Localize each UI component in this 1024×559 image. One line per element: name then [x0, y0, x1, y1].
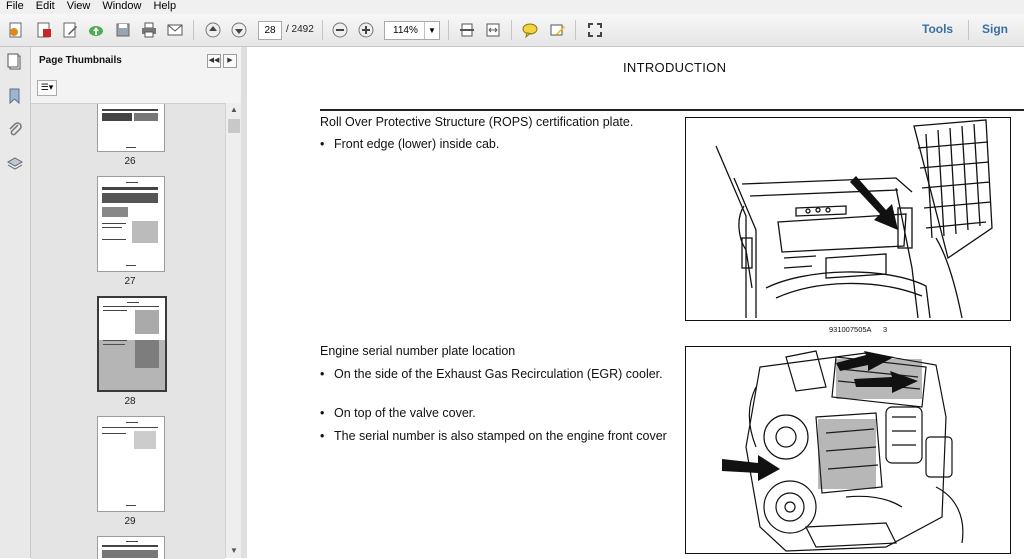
toolbar-separator [575, 20, 576, 40]
zoom-select[interactable]: 114% ▼ [384, 21, 440, 40]
figure-id: 931007505A [829, 325, 872, 334]
thumbnail-label: 27 [124, 276, 136, 287]
menu-bar: File Edit View Window Help [0, 0, 1024, 14]
print-icon[interactable] [139, 20, 159, 40]
previous-page-icon[interactable] [203, 20, 223, 40]
fullscreen-icon[interactable] [585, 20, 605, 40]
thumbnail-page[interactable] [97, 536, 165, 559]
thumbnail-page-current[interactable] [97, 296, 167, 392]
toolbar: 28 / 2492 114% ▼ Tools Sign [0, 14, 1024, 47]
toolbar-separator [968, 20, 969, 40]
scroll-up-icon[interactable]: ▲ [226, 103, 242, 117]
toolbar-separator [511, 20, 512, 40]
next-page-icon[interactable] [229, 20, 249, 40]
save-icon[interactable] [113, 20, 133, 40]
fit-page-icon[interactable] [457, 20, 477, 40]
page-number-input[interactable]: 28 [258, 21, 282, 40]
collapse-panel-icon[interactable]: ◀◀ [207, 54, 221, 68]
bullet-item: • The serial number is also stamped on th… [320, 429, 667, 443]
cloud-upload-icon[interactable] [86, 20, 106, 40]
thumbnail-label: 28 [124, 396, 136, 407]
toolbar-separator [322, 20, 323, 40]
bullet-item: • Front edge (lower) inside cab. [320, 137, 500, 151]
rops-section-title: Roll Over Protective Structure (ROPS) ce… [320, 115, 634, 129]
email-icon[interactable] [165, 20, 185, 40]
panel-title: Page Thumbnails [39, 55, 122, 66]
menu-help[interactable]: Help [147, 0, 182, 14]
menu-window[interactable]: Window [96, 0, 147, 14]
thumbnail-list: 26 27 28 29 [31, 103, 225, 559]
bookmarks-icon[interactable] [6, 87, 24, 105]
rops-cab-illustration [685, 117, 1011, 321]
thumbnail-label: 29 [124, 516, 136, 527]
chevron-down-icon[interactable]: ▼ [424, 22, 439, 39]
expand-panel-icon[interactable]: ▶ [223, 54, 237, 68]
figure-number: 3 [883, 325, 888, 334]
document-page: INTRODUCTION Roll Over Protective Struct… [247, 47, 1024, 558]
heading-rule [320, 109, 1024, 111]
zoom-value: 114% [393, 25, 418, 36]
navigation-rail [0, 47, 31, 558]
highlight-icon[interactable] [547, 20, 567, 40]
thumbnail-label: 26 [124, 156, 136, 167]
attachments-icon[interactable] [6, 121, 24, 139]
thumbnail-page[interactable] [97, 416, 165, 512]
thumbnail-scrollbar[interactable]: ▲ ▼ [225, 103, 242, 558]
export-pdf-icon[interactable] [34, 20, 54, 40]
create-pdf-icon[interactable] [6, 20, 26, 40]
thumbnail-page[interactable] [97, 104, 165, 152]
engine-illustration [685, 346, 1011, 554]
menu-edit[interactable]: Edit [30, 0, 61, 14]
page-total: / 2492 [286, 24, 314, 35]
thumbnail-page[interactable] [97, 176, 165, 272]
page-heading: INTRODUCTION [623, 60, 727, 75]
toolbar-separator [193, 20, 194, 40]
scrollbar-thumb[interactable] [228, 119, 240, 133]
bullet-item: • On top of the valve cover. [320, 406, 476, 420]
sign-button[interactable]: Sign [982, 22, 1008, 36]
edit-pdf-icon[interactable] [60, 20, 80, 40]
page-thumbnails-icon[interactable] [6, 53, 24, 71]
zoom-out-icon[interactable] [330, 20, 350, 40]
engine-section-title: Engine serial number plate location [320, 344, 516, 358]
zoom-in-icon[interactable] [356, 20, 376, 40]
tools-button[interactable]: Tools [922, 22, 953, 36]
bullet-item: • On the side of the Exhaust Gas Recircul… [320, 367, 663, 381]
layers-icon[interactable] [6, 155, 24, 173]
menu-view[interactable]: View [61, 0, 97, 14]
toolbar-separator [448, 20, 449, 40]
comment-icon[interactable] [520, 20, 540, 40]
thumbnail-options-button[interactable]: ☰▾ [37, 80, 57, 96]
fit-width-icon[interactable] [483, 20, 503, 40]
menu-file[interactable]: File [0, 0, 30, 14]
page-thumbnails-panel: Page Thumbnails ◀◀ ▶ ☰▾ 26 27 28 29 ▲ ▼ [31, 47, 242, 559]
scroll-down-icon[interactable]: ▼ [226, 544, 242, 558]
